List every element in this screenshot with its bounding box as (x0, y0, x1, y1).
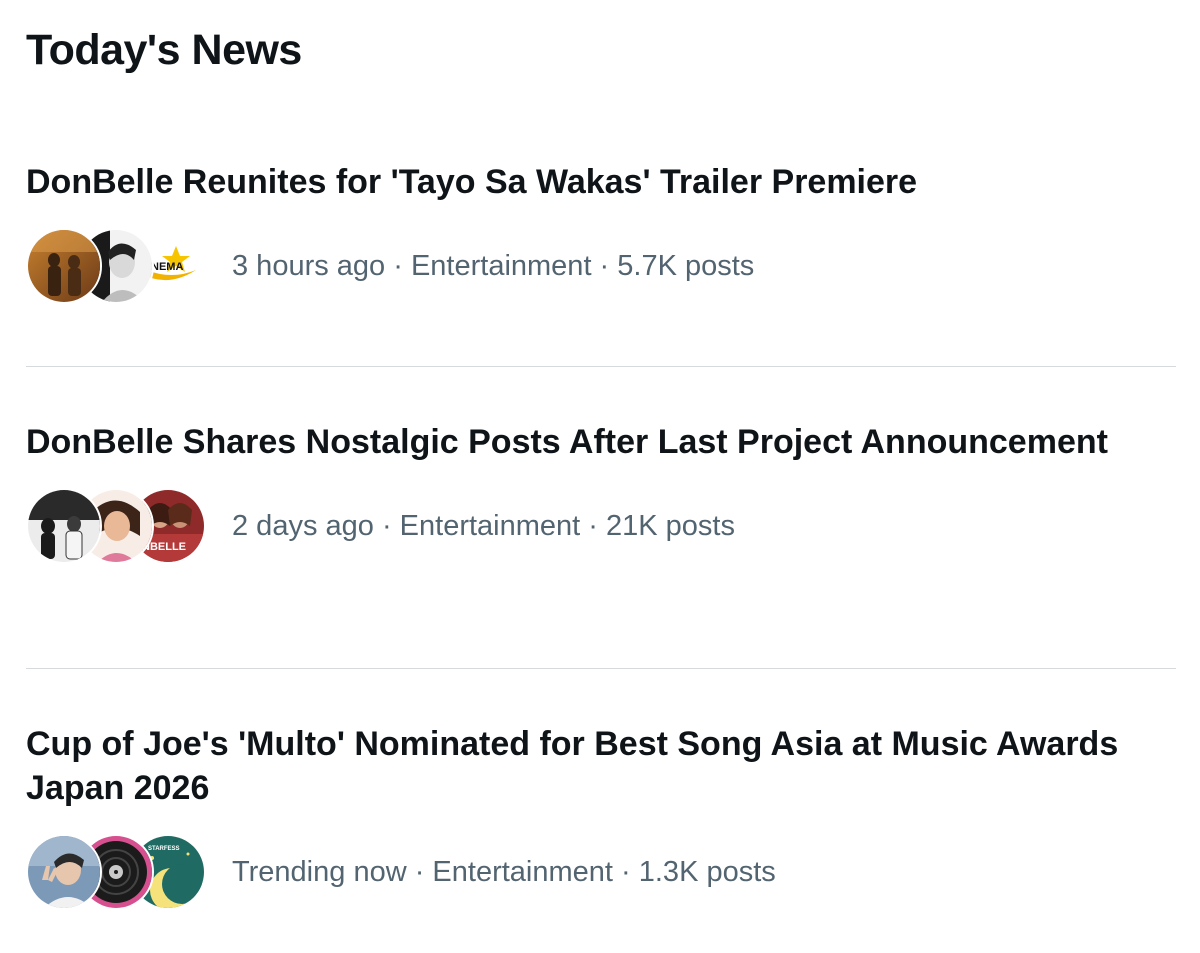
section-title: Today's News (26, 26, 302, 74)
news-meta: 3 hours ago · Entertainment · 5.7K posts (232, 248, 754, 284)
meta-separator: · (580, 510, 606, 542)
news-time: 3 hours ago (232, 250, 386, 282)
news-headline[interactable]: Cup of Joe's 'Multo' Nominated for Best … (26, 722, 1126, 810)
news-meta-row: NBELLE 2 days ago · Entertainment · 21K … (26, 488, 1176, 564)
news-category: Entertainment (432, 856, 613, 888)
news-meta: 2 days ago · Entertainment · 21K posts (232, 508, 735, 544)
bw-group-photo-avatar (26, 488, 102, 564)
news-item[interactable]: DonBelle Shares Nostalgic Posts After La… (26, 420, 1176, 564)
news-post-count: 1.3K posts (638, 856, 776, 888)
meta-separator: · (373, 510, 400, 542)
peace-sign-portrait-avatar (26, 834, 102, 910)
news-category: Entertainment (399, 510, 581, 542)
meta-separator: · (591, 250, 618, 282)
news-item[interactable]: Cup of Joe's 'Multo' Nominated for Best … (26, 722, 1176, 910)
couple-photo-avatar (26, 228, 102, 304)
meta-separator: · (612, 856, 639, 888)
divider (26, 668, 1176, 669)
news-time: 2 days ago (232, 510, 374, 542)
news-time: Trending now (232, 856, 407, 888)
news-meta-row: STARFESS Trending now · Entertainment · … (26, 834, 1176, 910)
news-meta-row: CINEMA 3 hours ago · Entertainment · 5.7… (26, 228, 1176, 304)
news-post-count: 5.7K posts (617, 250, 755, 282)
avatar-group: CINEMA (26, 228, 206, 304)
news-item[interactable]: DonBelle Reunites for 'Tayo Sa Wakas' Tr… (26, 160, 1176, 304)
news-headline[interactable]: DonBelle Shares Nostalgic Posts After La… (26, 420, 1126, 464)
news-meta: Trending now · Entertainment · 1.3K post… (232, 854, 776, 890)
news-category: Entertainment (410, 250, 592, 282)
avatar-logo-text: STARFESS (148, 846, 180, 852)
meta-separator: · (406, 856, 433, 888)
divider (26, 366, 1176, 367)
news-headline[interactable]: DonBelle Reunites for 'Tayo Sa Wakas' Tr… (26, 160, 1126, 204)
avatar-group: STARFESS (26, 834, 206, 910)
avatar-group: NBELLE (26, 488, 206, 564)
news-post-count: 21K posts (606, 510, 735, 542)
meta-separator: · (385, 250, 411, 282)
